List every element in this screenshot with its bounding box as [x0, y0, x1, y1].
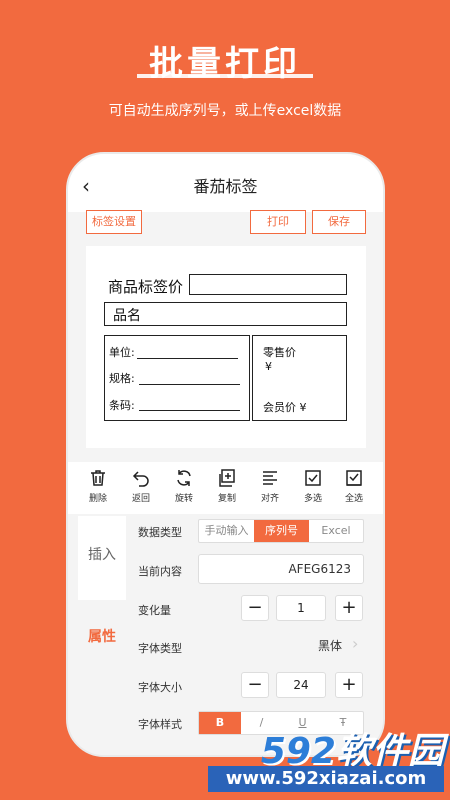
tool-label: 对齐 — [260, 494, 279, 504]
data-type-label: 数据类型 — [138, 526, 182, 539]
unit-text: 单位: — [109, 346, 135, 359]
tool-label: 复制 — [217, 494, 236, 504]
checkbox-icon — [305, 470, 321, 486]
print-button[interactable]: 打印 — [250, 210, 306, 234]
select-all-icon — [346, 470, 362, 486]
font-type-value[interactable]: 黑体 — [318, 637, 342, 654]
font-type-label: 字体类型 — [138, 642, 182, 655]
tab-attributes[interactable]: 属性 — [78, 626, 126, 646]
tool-label: 删除 — [88, 494, 107, 504]
info-box[interactable]: 单位: 规格: 条码: — [104, 335, 250, 421]
font-size-plus-button[interactable]: + — [335, 672, 363, 698]
rotate-tool[interactable]: 旋转 — [164, 468, 204, 504]
tool-label: 全选 — [344, 494, 363, 504]
member-price-text: 会员价 ¥ — [263, 401, 307, 414]
page-title: 番茄标签 — [193, 177, 258, 196]
label-canvas[interactable]: 商品标签价 品名 单位: 规格: 条码: 零售价 ¥ 会员价 ¥ — [86, 246, 366, 448]
data-type-manual[interactable]: 手动输入 — [199, 520, 254, 542]
tool-label: 返回 — [131, 494, 150, 504]
copy-tool[interactable]: 复制 — [207, 468, 247, 504]
watermark: 592软件园 www.592xiazai.com — [208, 722, 444, 792]
undo-icon — [132, 471, 149, 487]
properties-panel: 插入 属性 数据类型 手动输入 序列号 Excel 当前内容 AFEG6123 … — [68, 516, 383, 755]
price-title-box[interactable] — [189, 274, 347, 295]
tool-label: 多选 — [303, 494, 322, 504]
barcode-line — [139, 410, 240, 411]
current-content-label: 当前内容 — [138, 565, 182, 578]
increment-minus-button[interactable]: − — [241, 595, 269, 621]
increment-plus-button[interactable]: + — [335, 595, 363, 621]
app-screen: ‹ 番茄标签 标签设置 打印 保存 商品标签价 品名 单位: 规格: 条码: 零… — [68, 154, 383, 755]
current-content-input[interactable]: AFEG6123 — [198, 554, 364, 584]
select-all-tool[interactable]: 全选 — [334, 468, 374, 504]
watermark-brand: 592软件园 — [208, 722, 444, 772]
copy-icon — [219, 469, 235, 487]
hero-underline — [137, 74, 313, 78]
chevron-right-icon[interactable]: › — [352, 634, 358, 653]
phone-frame: ‹ 番茄标签 标签设置 打印 保存 商品标签价 品名 单位: 规格: 条码: 零… — [66, 152, 385, 757]
data-type-segmented: 手动输入 序列号 Excel — [198, 519, 364, 543]
yen-text: ¥ — [265, 360, 272, 373]
price-title-text[interactable]: 商品标签价 — [108, 276, 183, 297]
rotate-icon — [177, 470, 191, 486]
undo-tool[interactable]: 返回 — [121, 468, 161, 504]
save-button[interactable]: 保存 — [312, 210, 366, 234]
multi-select-tool[interactable]: 多选 — [293, 468, 333, 504]
unit-line — [137, 358, 238, 359]
product-name-box[interactable]: 品名 — [104, 302, 347, 326]
spec-text: 规格: — [109, 372, 135, 385]
align-icon — [263, 471, 277, 485]
font-style-label: 字体样式 — [138, 718, 182, 731]
increment-value[interactable]: 1 — [276, 595, 326, 621]
barcode-text: 条码: — [109, 399, 135, 412]
tab-insert[interactable]: 插入 — [78, 516, 126, 600]
delete-tool[interactable]: 删除 — [78, 468, 118, 504]
edit-toolbar: 删除 返回 旋转 复制 对齐 多选 全选 — [68, 462, 383, 514]
label-settings-button[interactable]: 标签设置 — [86, 210, 142, 234]
spec-line — [139, 384, 240, 385]
top-bar: ‹ 番茄标签 — [68, 154, 383, 212]
increment-label: 变化量 — [138, 604, 171, 617]
data-type-serial[interactable]: 序列号 — [254, 520, 309, 542]
font-size-value[interactable]: 24 — [276, 672, 326, 698]
price-box[interactable]: 零售价 ¥ 会员价 ¥ — [252, 335, 347, 421]
align-tool[interactable]: 对齐 — [250, 468, 290, 504]
watermark-url: www.592xiazai.com — [208, 766, 444, 792]
data-type-excel[interactable]: Excel — [309, 520, 363, 542]
trash-icon — [91, 470, 105, 486]
action-row: 标签设置 打印 保存 — [68, 210, 383, 242]
panel-sidebar: 插入 属性 — [78, 516, 126, 755]
tool-label: 旋转 — [174, 494, 193, 504]
hero-subtitle: 可自动生成序列号，或上传excel数据 — [108, 103, 342, 119]
retail-price-text: 零售价 — [263, 346, 296, 359]
font-size-minus-button[interactable]: − — [241, 672, 269, 698]
product-name-text: 品名 — [113, 308, 141, 324]
font-size-label: 字体大小 — [138, 681, 182, 694]
